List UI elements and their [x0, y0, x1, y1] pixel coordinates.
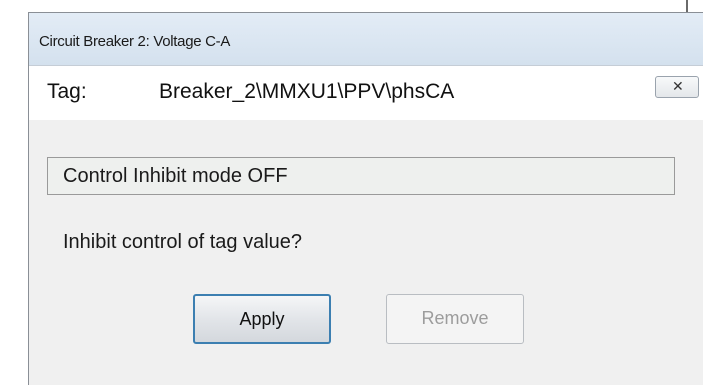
tag-value: Breaker_2\MMXU1\PPV\phsCA: [159, 80, 455, 103]
close-icon: ✕: [672, 79, 684, 95]
tag-bar: Tag: Breaker_2\MMXU1\PPV\phsCA ✕: [29, 65, 703, 120]
dialog-title: Circuit Breaker 2: Voltage C-A: [39, 33, 231, 50]
tag-label: Tag:: [47, 80, 87, 103]
apply-button[interactable]: Apply: [193, 294, 331, 344]
screen: Circuit Breaker 2: Voltage C-A Tag: Brea…: [0, 0, 703, 385]
breaker-dialog: Circuit Breaker 2: Voltage C-A Tag: Brea…: [28, 12, 703, 385]
close-button[interactable]: ✕: [655, 76, 699, 98]
status-box: Control Inhibit mode OFF: [47, 157, 675, 195]
prompt-question: Inhibit control of tag value?: [63, 231, 303, 253]
title-bar[interactable]: Circuit Breaker 2: Voltage C-A: [29, 13, 703, 65]
remove-button[interactable]: Remove: [386, 294, 524, 344]
status-text: Control Inhibit mode OFF: [63, 165, 288, 187]
